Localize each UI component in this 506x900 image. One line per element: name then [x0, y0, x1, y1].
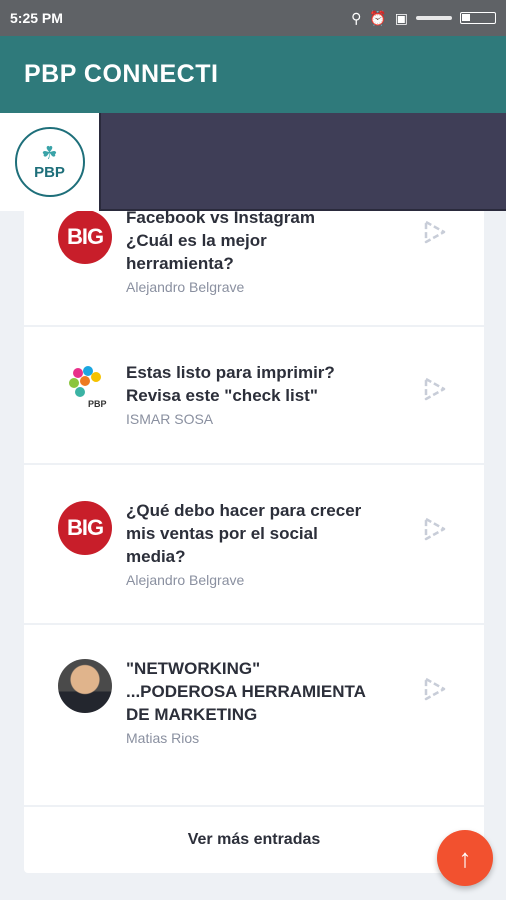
banner: ☘ PBP — [0, 113, 506, 211]
post-text: ¿Qué debo hacer para crecer mis ventas p… — [126, 499, 366, 588]
app-bar: PBP CONNECTI — [0, 36, 506, 113]
app-title: PBP CONNECTI — [24, 60, 219, 88]
play-arrow-icon[interactable] — [420, 675, 448, 703]
scroll-to-top-button[interactable]: ↑ — [437, 830, 493, 886]
status-bar: 5:25 PM ⚲ ⏰ ▣ — [0, 0, 506, 36]
see-more-button[interactable]: Ver más entradas — [24, 807, 484, 873]
battery-icon — [460, 12, 496, 24]
alarm-icon: ⏰ — [369, 9, 387, 26]
svg-text:PBP: PBP — [88, 399, 107, 409]
arrow-up-icon: ↑ — [458, 842, 472, 873]
big-logo-avatar: BIG — [58, 210, 112, 264]
play-arrow-icon[interactable] — [420, 515, 448, 543]
colorful-logo-avatar: PBP — [58, 361, 112, 415]
pbp-logo: ☘ PBP — [14, 127, 85, 197]
post-author: Matias Rios — [126, 730, 200, 746]
post-title: "NETWORKING" ...PODEROSA HERRAMIENTA DE … — [126, 659, 366, 724]
signal-icon — [416, 16, 452, 20]
see-more-label: Ver más entradas — [187, 831, 321, 848]
post-title: Facebook vs Instagram ¿Cuál es la mejor … — [126, 208, 315, 273]
post-author: ISMAR SOSA — [126, 411, 214, 427]
post-list: BIG Facebook vs Instagram ¿Cuál es la me… — [24, 190, 484, 873]
people-icon: ☘ — [41, 142, 58, 163]
person-photo-avatar — [58, 659, 112, 713]
post-title: ¿Qué debo hacer para crecer mis ventas p… — [126, 501, 362, 566]
post-card[interactable]: BIG ¿Qué debo hacer para crecer mis vent… — [24, 465, 484, 625]
play-arrow-icon[interactable] — [420, 218, 448, 246]
post-text: Facebook vs Instagram ¿Cuál es la mejor … — [126, 206, 366, 295]
post-text: Estas listo para imprimir? Revisa este "… — [126, 361, 366, 427]
big-logo-avatar: BIG — [58, 501, 112, 555]
post-author: Alejandro Belgrave — [126, 572, 245, 588]
notification-icon: ⚲ — [351, 9, 362, 26]
banner-logo-box: ☘ PBP — [0, 113, 99, 211]
pbp-logo-text: PBP — [34, 163, 65, 181]
status-time: 5:25 PM — [10, 10, 63, 26]
post-card[interactable]: PBP Estas listo para imprimir? Revisa es… — [24, 327, 484, 465]
banner-dark-area — [99, 113, 506, 211]
post-card[interactable]: "NETWORKING" ...PODEROSA HERRAMIENTA DE … — [24, 625, 484, 807]
colorful-logo-icon: PBP — [69, 366, 107, 409]
vibrate-icon: ▣ — [394, 9, 408, 26]
post-title: Estas listo para imprimir? Revisa este "… — [126, 363, 335, 405]
status-icons: ⚲ ⏰ ▣ — [351, 10, 496, 27]
play-arrow-icon[interactable] — [420, 375, 448, 403]
post-author: Alejandro Belgrave — [126, 279, 245, 295]
post-text: "NETWORKING" ...PODEROSA HERRAMIENTA DE … — [126, 657, 366, 746]
